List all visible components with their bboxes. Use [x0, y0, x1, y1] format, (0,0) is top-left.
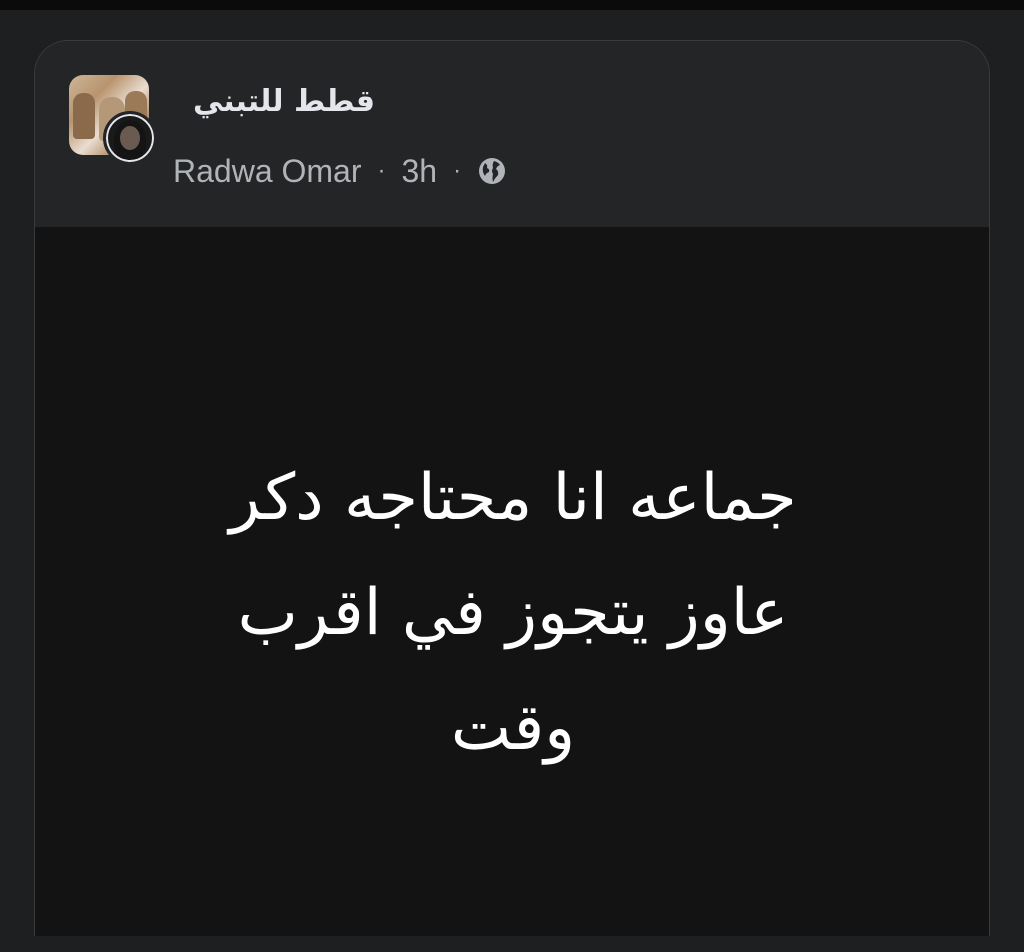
- post-text-line: جماعه انا محتاجه دكر: [229, 461, 797, 535]
- meta-separator: ·: [453, 157, 462, 184]
- author-name-link[interactable]: Radwa Omar: [173, 153, 362, 190]
- meta-separator: ·: [377, 157, 386, 184]
- globe-icon[interactable]: [477, 156, 507, 186]
- post-body: جماعه انا محتاجه دكر عاوز يتجوز في اقرب …: [35, 227, 989, 936]
- post-text: جماعه انا محتاجه دكر عاوز يتجوز في اقرب …: [135, 441, 891, 786]
- group-avatar-cat: [73, 93, 95, 139]
- post-card: قطط للتبني Radwa Omar · 3h · جماعه انا م…: [34, 40, 990, 936]
- post-header: قطط للتبني Radwa Omar · 3h ·: [35, 41, 989, 227]
- post-text-line: وقت: [450, 691, 576, 765]
- post-meta: Radwa Omar · 3h ·: [173, 149, 507, 193]
- author-avatar[interactable]: [103, 111, 157, 165]
- post-text-line: عاوز يتجوز في اقرب: [237, 576, 789, 650]
- post-timestamp[interactable]: 3h: [402, 153, 438, 190]
- avatar-ring: [106, 114, 154, 162]
- group-name-link[interactable]: قطط للتبني: [175, 77, 375, 127]
- screen: قطط للتبني Radwa Omar · 3h · جماعه انا م…: [0, 0, 1024, 952]
